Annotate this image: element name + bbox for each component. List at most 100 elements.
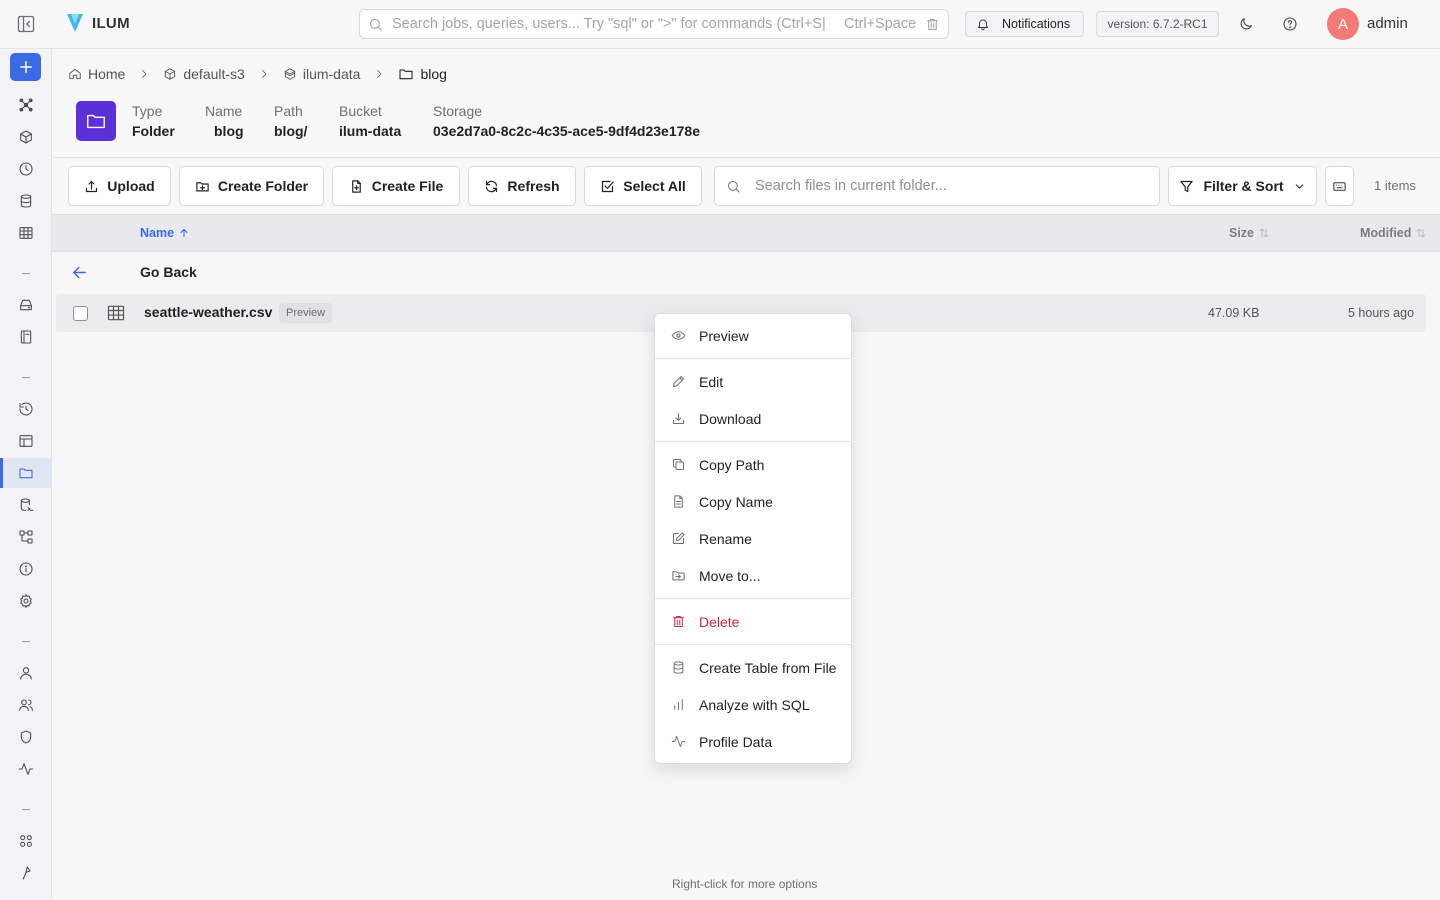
chevron-right-icon: [138, 68, 150, 80]
menu-item-delete[interactable]: Delete: [655, 603, 851, 640]
keyboard-shortcuts-button[interactable]: [1325, 166, 1354, 206]
add-button[interactable]: [10, 53, 41, 81]
column-header-name-label: Name: [140, 226, 175, 240]
sidebar-divider: [22, 641, 30, 642]
chevron-down-icon: [1295, 183, 1303, 189]
breadcrumb-label: default-s3: [183, 66, 245, 82]
breadcrumb-item-bucket[interactable]: ilum-data: [283, 66, 360, 82]
sidebar-toggle-icon[interactable]: [16, 14, 36, 34]
file-search-input[interactable]: Search files in current folder...: [714, 166, 1160, 206]
folder-badge: [76, 101, 116, 141]
sidebar-item-schedules[interactable]: [0, 154, 52, 184]
folder-icon: [399, 69, 413, 80]
menu-divider: [655, 441, 851, 442]
filter-sort-button[interactable]: Filter & Sort: [1168, 166, 1317, 206]
sidebar-item-monitoring[interactable]: [0, 754, 52, 784]
menu-item-copy-name[interactable]: Copy Name: [655, 483, 851, 520]
menu-item-label: Rename: [699, 530, 752, 547]
network-icon: [19, 98, 33, 112]
sidebar-item-clusters[interactable]: [0, 90, 52, 120]
sidebar-item-storage[interactable]: [0, 290, 52, 320]
help-icon[interactable]: [1282, 16, 1298, 32]
menu-item-edit[interactable]: Edit: [655, 363, 851, 400]
breadcrumb-item-home[interactable]: Home: [68, 66, 125, 82]
menu-item-create-table[interactable]: Create Table from File: [655, 649, 851, 686]
info-path-value: blog/: [274, 123, 308, 139]
sidebar-item-apps[interactable]: [0, 826, 52, 856]
menu-divider: [655, 644, 851, 645]
select-all-button[interactable]: Select All: [584, 166, 702, 206]
menu-item-label: Create Table from File: [699, 659, 837, 676]
upload-icon: [86, 180, 98, 192]
menu-item-label: Move to...: [699, 567, 761, 584]
sidebar-item-security[interactable]: [0, 722, 52, 752]
ilum-logo-icon: [67, 14, 83, 32]
notifications-button[interactable]: Notifications: [965, 11, 1084, 37]
go-back-row[interactable]: Go Back: [52, 253, 1440, 291]
sidebar-item-pin[interactable]: [0, 858, 52, 888]
sidebar-item-settings[interactable]: [0, 586, 52, 616]
go-back-label: Go Back: [140, 264, 197, 280]
column-header-modified[interactable]: Modified: [1360, 226, 1427, 240]
download-icon: [673, 413, 684, 424]
refresh-button[interactable]: Refresh: [468, 166, 576, 206]
file-text-icon: [674, 495, 683, 508]
username[interactable]: admin: [1367, 15, 1408, 32]
sidebar-item-notebooks[interactable]: [0, 322, 52, 352]
sidebar-item-history[interactable]: [0, 394, 52, 424]
bar-chart-icon: [674, 699, 683, 710]
column-header-size-label: Size: [1229, 226, 1255, 240]
context-menu: Preview Edit Download Copy Path Copy Nam…: [654, 313, 852, 764]
menu-item-rename[interactable]: Rename: [655, 520, 851, 557]
info-storage-label: Storage: [433, 103, 483, 119]
menu-item-download[interactable]: Download: [655, 400, 851, 437]
upload-button[interactable]: Upload: [68, 166, 171, 206]
column-header-size[interactable]: Size: [1229, 226, 1270, 240]
sidebar-item-file-browser[interactable]: [0, 458, 52, 488]
info-bucket: Bucket ilum-data: [339, 103, 401, 139]
sidebar-item-info[interactable]: [0, 554, 52, 584]
global-search-input[interactable]: Search jobs, queries, users... Try "sql"…: [359, 9, 949, 39]
create-folder-button[interactable]: Create Folder: [179, 166, 324, 206]
move-icon: [672, 571, 685, 581]
breadcrumb-item-storage[interactable]: default-s3: [163, 66, 245, 82]
sidebar-item-user[interactable]: [0, 658, 52, 688]
search-shortcut-hint: Ctrl+Space: [844, 16, 917, 32]
app-name: ILUM: [92, 14, 130, 32]
avatar[interactable]: A: [1327, 8, 1359, 40]
moon-icon[interactable]: [1238, 16, 1254, 32]
menu-item-profile-data[interactable]: Profile Data: [655, 723, 851, 760]
menu-divider: [655, 598, 851, 599]
menu-item-label: Preview: [699, 327, 749, 344]
create-file-button[interactable]: Create File: [332, 166, 460, 206]
app-logo[interactable]: ILUM: [66, 13, 130, 33]
arrow-up-icon: [180, 228, 188, 238]
file-name[interactable]: seattle-weather.csv: [144, 304, 272, 320]
sidebar-item-sql-editor[interactable]: [0, 426, 52, 456]
grid-icon: [20, 835, 32, 847]
sidebar-item-data[interactable]: [0, 186, 52, 216]
menu-item-preview[interactable]: Preview: [655, 317, 851, 354]
breadcrumb-label: Home: [88, 66, 126, 82]
sidebar-item-lineage[interactable]: [0, 490, 52, 520]
menu-item-copy-path[interactable]: Copy Path: [655, 446, 851, 483]
trash-icon[interactable]: [925, 17, 940, 32]
sidebar-item-groups[interactable]: [0, 690, 52, 720]
version-badge: version: 6.7.2-RC1: [1096, 11, 1219, 37]
sidebar-item-workflows[interactable]: [0, 522, 52, 552]
row-checkbox[interactable]: [73, 306, 88, 321]
upload-label: Upload: [107, 178, 155, 194]
layout-icon: [19, 435, 33, 447]
folder-plus-icon: [196, 181, 209, 191]
menu-item-analyze-sql[interactable]: Analyze with SQL: [655, 686, 851, 723]
table-icon: [19, 227, 33, 239]
sidebar-item-tables[interactable]: [0, 218, 52, 248]
preview-badge[interactable]: Preview: [279, 303, 333, 323]
column-header-name[interactable]: Name: [140, 226, 190, 240]
menu-item-label: Analyze with SQL: [699, 696, 810, 713]
sidebar-item-modules[interactable]: [0, 122, 52, 152]
menu-item-move-to[interactable]: Move to...: [655, 557, 851, 594]
folder-icon: [19, 468, 33, 479]
table-file-icon: [106, 303, 126, 323]
database-icon: [673, 661, 684, 674]
